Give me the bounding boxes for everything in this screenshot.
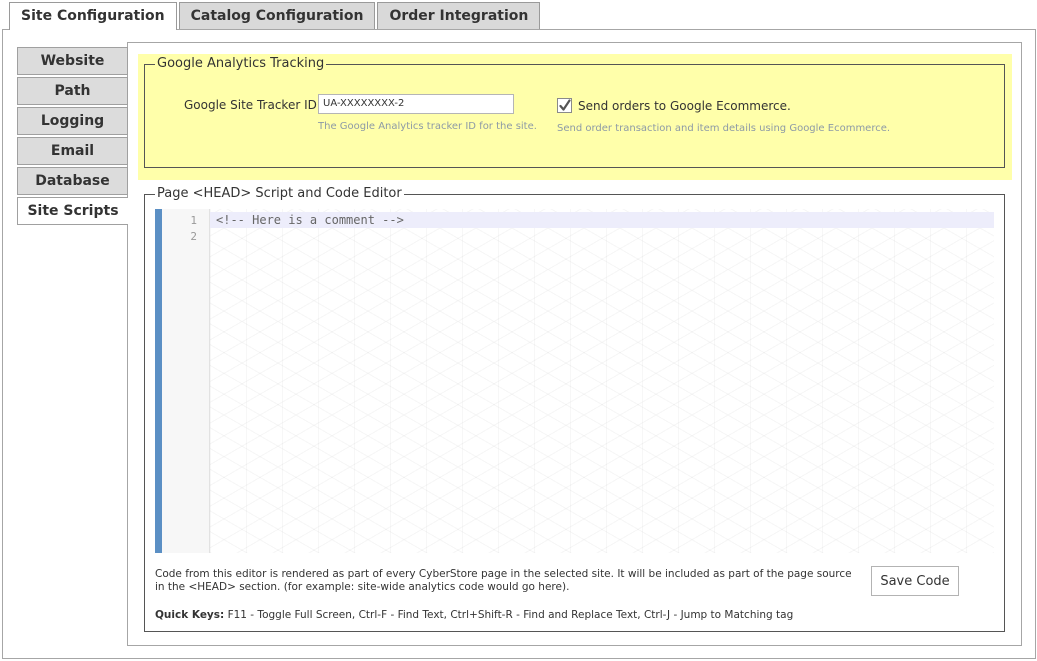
ecommerce-hint: Send order transaction and item details … bbox=[557, 123, 891, 134]
editor-accent-bar bbox=[155, 209, 162, 553]
google-analytics-fieldset: Google Analytics Tracking bbox=[144, 55, 1005, 168]
line-number-gutter: 1 2 bbox=[162, 209, 210, 553]
side-tab-path[interactable]: Path bbox=[17, 77, 128, 105]
code-editor[interactable]: 1 2 <!-- Here is a comment --> bbox=[155, 209, 994, 553]
tracker-id-hint: The Google Analytics tracker ID for the … bbox=[318, 121, 537, 132]
quick-keys-text: F11 - Toggle Full Screen, Ctrl-F - Find … bbox=[224, 609, 794, 621]
code-line[interactable]: <!-- Here is a comment --> bbox=[216, 213, 404, 227]
side-tab-database[interactable]: Database bbox=[17, 167, 128, 195]
side-tab-logging[interactable]: Logging bbox=[17, 107, 128, 135]
ecommerce-checkbox[interactable] bbox=[557, 98, 572, 113]
editor-description: Code from this editor is rendered as par… bbox=[155, 568, 852, 593]
side-tab-bar: Website Path Logging Email Database Site… bbox=[17, 47, 128, 227]
tracker-id-label: Google Site Tracker ID: bbox=[184, 98, 321, 112]
google-analytics-legend: Google Analytics Tracking bbox=[155, 55, 327, 73]
side-tab-site-scripts[interactable]: Site Scripts bbox=[17, 197, 128, 225]
tab-order-integration[interactable]: Order Integration bbox=[377, 2, 541, 29]
tab-catalog-configuration[interactable]: Catalog Configuration bbox=[178, 2, 376, 29]
side-tab-website[interactable]: Website bbox=[17, 47, 128, 75]
quick-keys: Quick Keys: F11 - Toggle Full Screen, Ct… bbox=[155, 609, 793, 621]
checkmark-icon bbox=[559, 99, 571, 111]
ecommerce-label[interactable]: Send orders to Google Ecommerce. bbox=[578, 99, 791, 113]
quick-keys-label: Quick Keys: bbox=[155, 609, 225, 621]
side-tab-email[interactable]: Email bbox=[17, 137, 128, 165]
line-number: 1 bbox=[190, 214, 197, 227]
code-editor-legend: Page <HEAD> Script and Code Editor bbox=[155, 185, 404, 203]
top-tab-bar: Site Configuration Catalog Configuration… bbox=[9, 2, 542, 30]
save-code-button[interactable]: Save Code bbox=[871, 566, 959, 596]
line-number: 2 bbox=[190, 230, 197, 243]
tab-site-configuration[interactable]: Site Configuration bbox=[9, 2, 177, 30]
code-text-area[interactable]: <!-- Here is a comment --> bbox=[210, 209, 994, 553]
tracker-id-input[interactable]: UA-XXXXXXXX-2 bbox=[318, 94, 514, 114]
